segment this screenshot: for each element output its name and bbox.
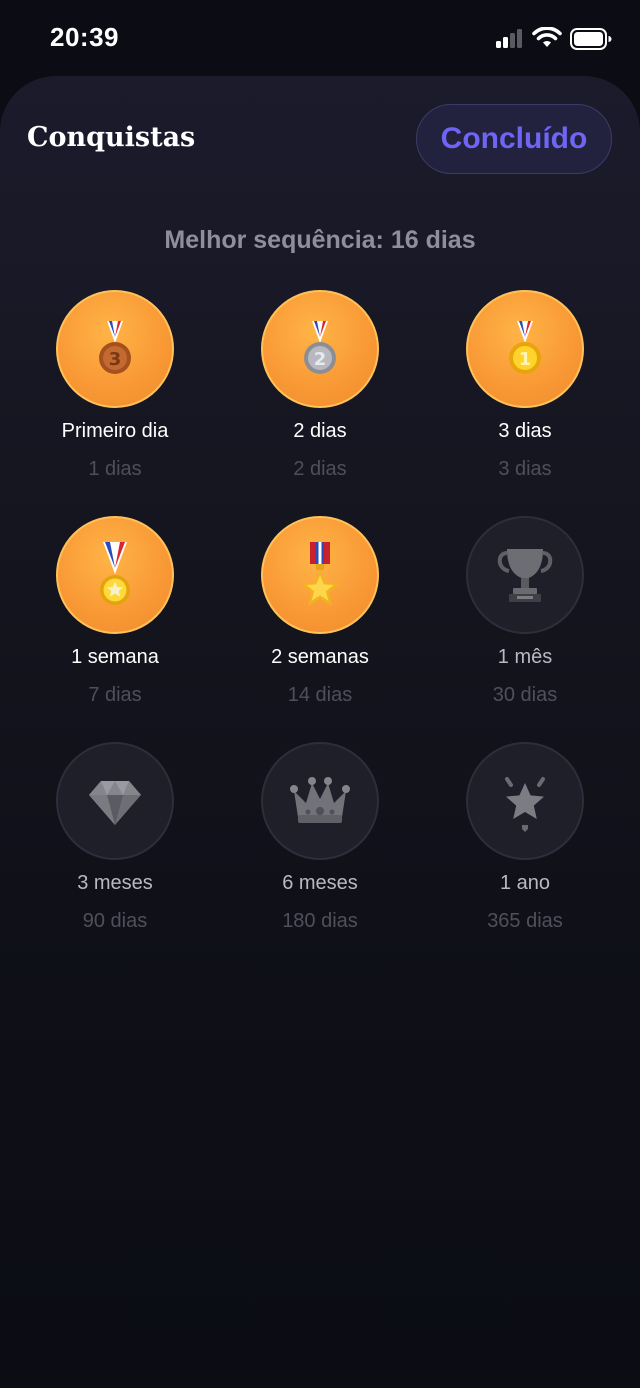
achievement-days: 180 dias [282, 910, 358, 932]
achievement-days: 3 dias [498, 458, 552, 480]
gold-medal-1-icon: 1 [509, 321, 541, 374]
achievement-days: 90 dias [82, 910, 148, 932]
achievement-label: Primeiro dia [61, 420, 169, 442]
trophy-icon [497, 549, 553, 602]
diamond-icon [89, 781, 141, 825]
achievement-days: 30 dias [492, 684, 558, 706]
achievements-screen: 20:39 Conquistas Concluído Melhor sequên… [0, 0, 640, 1388]
battery-icon [570, 28, 612, 50]
achievement-badge [261, 742, 379, 860]
svg-text:1: 1 [519, 349, 532, 370]
svg-text:2: 2 [314, 349, 327, 370]
achievement-2-days: 2 2 dias 2 dias [220, 290, 420, 481]
silver-medal-2-icon: 2 [304, 321, 336, 374]
achievement-label: 2 semanas [271, 646, 369, 668]
glowing-star-icon [505, 777, 545, 832]
achievement-2-weeks: 2 semanas 14 dias [220, 516, 420, 707]
status-time: 20:39 [50, 22, 119, 52]
page-title: Conquistas [27, 122, 196, 153]
bronze-medal-3-icon: 3 [99, 321, 131, 374]
achievement-days: 2 dias [293, 458, 347, 480]
achievements-sheet: Conquistas Concluído Melhor sequência: 1… [0, 76, 640, 1388]
status-bar: 20:39 [0, 0, 640, 80]
achievement-days: 7 dias [88, 684, 142, 706]
achievement-badge [56, 516, 174, 634]
achievement-6-months: 6 meses 180 dias [220, 742, 420, 933]
achievement-badge [466, 742, 584, 860]
svg-text:3: 3 [109, 349, 122, 370]
star-medal-icon [100, 542, 130, 605]
achievement-3-days: 1 3 dias 3 dias [425, 290, 625, 481]
achievement-1-month: 1 mês 30 dias [425, 516, 625, 707]
best-streak-text: Melhor sequência: 16 dias [164, 226, 476, 254]
achievement-badge: 2 [261, 290, 379, 408]
achievement-days: 1 dias [88, 458, 142, 480]
done-button[interactable]: Concluído [416, 104, 612, 174]
wifi-icon [532, 27, 562, 47]
achievement-1-year: 1 ano 365 dias [425, 742, 625, 933]
achievement-label: 2 dias [293, 420, 347, 442]
achievement-badge: 3 [56, 290, 174, 408]
achievement-label: 3 meses [77, 872, 153, 894]
achievement-first-day: 3 Primeiro dia 1 dias [15, 290, 215, 481]
achievement-label: 1 ano [499, 872, 551, 894]
achievement-badge: 1 [466, 290, 584, 408]
achievement-3-months: 3 meses 90 dias [15, 742, 215, 933]
achievement-badge [261, 516, 379, 634]
achievement-badge [466, 516, 584, 634]
achievement-badge [56, 742, 174, 860]
achievement-days: 365 dias [487, 910, 563, 932]
achievement-label: 1 semana [71, 646, 159, 668]
military-medal-icon [301, 542, 339, 606]
achievement-days: 14 dias [287, 684, 353, 706]
cellular-signal-icon [496, 29, 522, 48]
crown-icon [290, 777, 350, 823]
achievement-label: 3 dias [498, 420, 552, 442]
achievement-label: 6 meses [282, 872, 358, 894]
achievement-1-week: 1 semana 7 dias [15, 516, 215, 707]
achievement-label: 1 mês [497, 646, 553, 668]
